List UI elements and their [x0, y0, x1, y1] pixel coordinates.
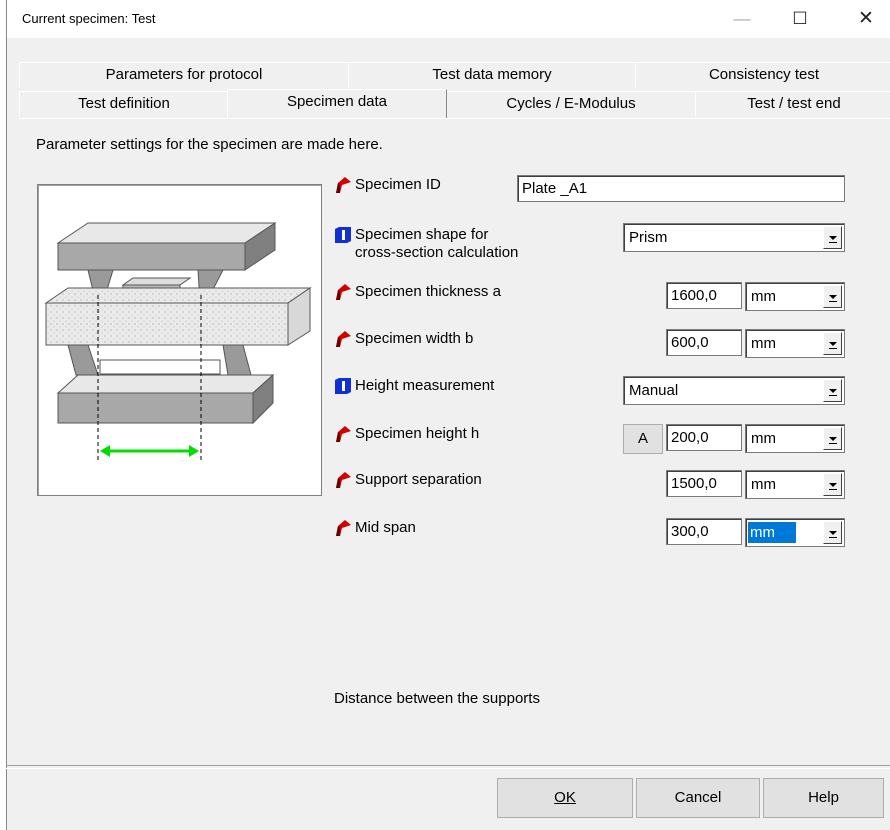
chevron-down-icon[interactable] [823, 226, 842, 249]
mid-span-unit-select[interactable]: mm [745, 518, 845, 547]
specimen-width-input[interactable]: 600,0 [666, 329, 742, 356]
tab-parameters-for-protocol[interactable]: Parameters for protocol [19, 62, 349, 87]
ok-button[interactable]: OK [497, 778, 633, 818]
support-separation-label: Support separation [334, 471, 482, 493]
support-separation-input[interactable]: 1500,0 [666, 470, 742, 497]
tab-cycles-e-modulus[interactable]: Cycles / E-Modulus [446, 91, 696, 116]
specimen-shape-select[interactable]: Prism [623, 223, 845, 252]
specimen-thickness-unit-select[interactable]: mm [745, 282, 845, 311]
close-button[interactable]: ✕ [843, 4, 889, 34]
red-flag-icon [336, 331, 351, 347]
intro-text: Parameter settings for the specimen are … [36, 136, 383, 153]
chevron-down-icon[interactable] [823, 427, 842, 450]
specimen-id-label: Specimen ID [334, 176, 441, 198]
specimen-shape-label: Specimen shape for cross-section calculat… [334, 226, 518, 266]
help-button[interactable]: Help [763, 778, 884, 818]
specimen-illustration [37, 184, 322, 496]
support-separation-unit-select[interactable]: mm [745, 470, 845, 499]
tab-specimen-data[interactable]: Specimen data [227, 89, 447, 118]
blue-info-icon [335, 378, 351, 394]
tab-test-definition[interactable]: Test definition [19, 91, 229, 116]
chevron-down-icon[interactable] [823, 332, 842, 355]
specimen-height-unit-select[interactable]: mm [745, 424, 845, 453]
chevron-down-icon[interactable] [823, 379, 842, 402]
chevron-down-icon[interactable] [823, 285, 842, 308]
specimen-shape-label-line1: Specimen shape for [355, 226, 489, 243]
chevron-down-icon[interactable] [823, 473, 842, 496]
cancel-button[interactable]: Cancel [636, 778, 760, 818]
auto-measure-button[interactable]: A [623, 424, 663, 454]
specimen-height-input[interactable]: 200,0 [666, 424, 742, 451]
chevron-down-icon[interactable] [823, 521, 842, 544]
window-title: Current specimen: Test [22, 11, 156, 26]
mid-span-label: Mid span [334, 519, 416, 541]
tab-row-front: Test definition Specimen data Cycles / E… [7, 89, 890, 118]
specimen-height-label: Specimen height h [334, 425, 479, 447]
specimen-width-unit-select[interactable]: mm [745, 329, 845, 358]
bending-test-diagram [44, 222, 312, 460]
red-flag-icon [336, 472, 351, 488]
specimen-width-label: Specimen width b [334, 330, 473, 352]
tab-consistency-test[interactable]: Consistency test [635, 62, 890, 87]
tab-row-back: Parameters for protocol Test data memory… [7, 62, 890, 87]
blue-info-icon [335, 227, 351, 243]
button-separator [6, 765, 890, 769]
height-measurement-select[interactable]: Manual [623, 376, 845, 405]
tab-test-data-memory[interactable]: Test data memory [348, 62, 636, 87]
red-flag-icon [336, 177, 351, 193]
specimen-thickness-label: Specimen thickness a [334, 283, 501, 305]
specimen-id-input[interactable]: Plate _A1 [517, 175, 845, 202]
red-flag-icon [336, 426, 351, 442]
specimen-shape-label-line2: cross-section calculation [355, 244, 519, 261]
height-measurement-label: Height measurement [334, 377, 494, 399]
tab-test-end[interactable]: Test / test end [695, 91, 890, 116]
maximize-button[interactable]: ☐ [777, 4, 823, 34]
mid-span-input[interactable]: 300,0 [666, 518, 742, 545]
title-bar: Current specimen: Test — ☐ ✕ [7, 0, 890, 38]
field-hint-text: Distance between the supports [334, 690, 540, 707]
red-flag-icon [336, 284, 351, 300]
specimen-thickness-input[interactable]: 1600,0 [666, 282, 742, 309]
minimize-button[interactable]: — [719, 4, 765, 34]
red-flag-icon [336, 520, 351, 536]
